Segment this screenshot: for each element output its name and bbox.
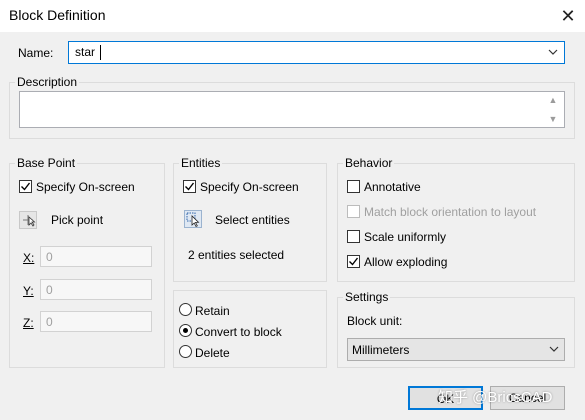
radio-convert-label[interactable]: Convert to block	[195, 325, 282, 339]
z-label: Z:	[23, 316, 34, 330]
base-point-specify-label[interactable]: Specify On-screen	[36, 180, 135, 194]
select-entities-icon[interactable]	[184, 210, 202, 228]
match-orientation-label: Match block orientation to layout	[364, 205, 537, 219]
annotative-label[interactable]: Annotative	[364, 180, 421, 194]
x-label: X:	[23, 251, 35, 265]
scroll-down-icon[interactable]: ▼	[548, 114, 558, 124]
pick-point-label[interactable]: Pick point	[51, 213, 103, 227]
x-value: 0	[46, 250, 53, 264]
name-label: Name:	[18, 46, 54, 60]
behavior-label: Behavior	[343, 156, 395, 170]
close-icon[interactable]: ✕	[556, 4, 580, 28]
y-field[interactable]: 0	[40, 279, 152, 300]
text-cursor	[100, 45, 101, 60]
pick-point-icon[interactable]	[19, 211, 37, 229]
settings-label: Settings	[343, 290, 391, 304]
description-label: Description	[15, 75, 80, 89]
allow-exploding-checkbox[interactable]	[347, 255, 360, 268]
radio-retain-label[interactable]: Retain	[195, 304, 230, 318]
allow-exploding-label[interactable]: Allow exploding	[364, 255, 447, 269]
scroll-up-icon[interactable]: ▲	[548, 95, 558, 105]
chevron-down-icon[interactable]	[549, 343, 563, 357]
radio-delete[interactable]	[179, 345, 192, 358]
y-value: 0	[46, 283, 53, 297]
entities-specify-label[interactable]: Specify On-screen	[200, 180, 299, 194]
scale-uniformly-label[interactable]: Scale uniformly	[364, 230, 446, 244]
z-value: 0	[46, 315, 53, 329]
block-unit-label: Block unit:	[347, 314, 403, 328]
scale-uniformly-checkbox[interactable]	[347, 230, 360, 243]
radio-retain[interactable]	[179, 303, 192, 316]
watermark: 知乎 @BricsCAD	[438, 389, 553, 406]
match-orientation-checkbox	[347, 205, 360, 218]
radio-delete-label[interactable]: Delete	[195, 346, 230, 360]
block-unit-value: Millimeters	[352, 343, 410, 357]
chevron-down-icon[interactable]	[548, 46, 562, 60]
z-field[interactable]: 0	[40, 311, 152, 332]
y-label: Y:	[23, 284, 34, 298]
base-point-label: Base Point	[15, 156, 78, 170]
annotative-checkbox[interactable]	[347, 180, 360, 193]
base-point-specify-checkbox[interactable]	[19, 180, 32, 193]
description-textarea[interactable]: ▲ ▼	[19, 91, 565, 128]
radio-convert-to-block[interactable]	[179, 324, 192, 337]
entities-specify-checkbox[interactable]	[183, 180, 196, 193]
select-entities-label[interactable]: Select entities	[215, 213, 290, 227]
name-value: star	[75, 45, 96, 59]
window-title: Block Definition	[9, 7, 106, 23]
x-field[interactable]: 0	[40, 246, 152, 267]
block-unit-select[interactable]: Millimeters	[347, 338, 565, 361]
entities-label: Entities	[179, 156, 223, 170]
entities-selected-status: 2 entities selected	[188, 248, 285, 262]
name-combobox[interactable]: star	[68, 41, 565, 64]
